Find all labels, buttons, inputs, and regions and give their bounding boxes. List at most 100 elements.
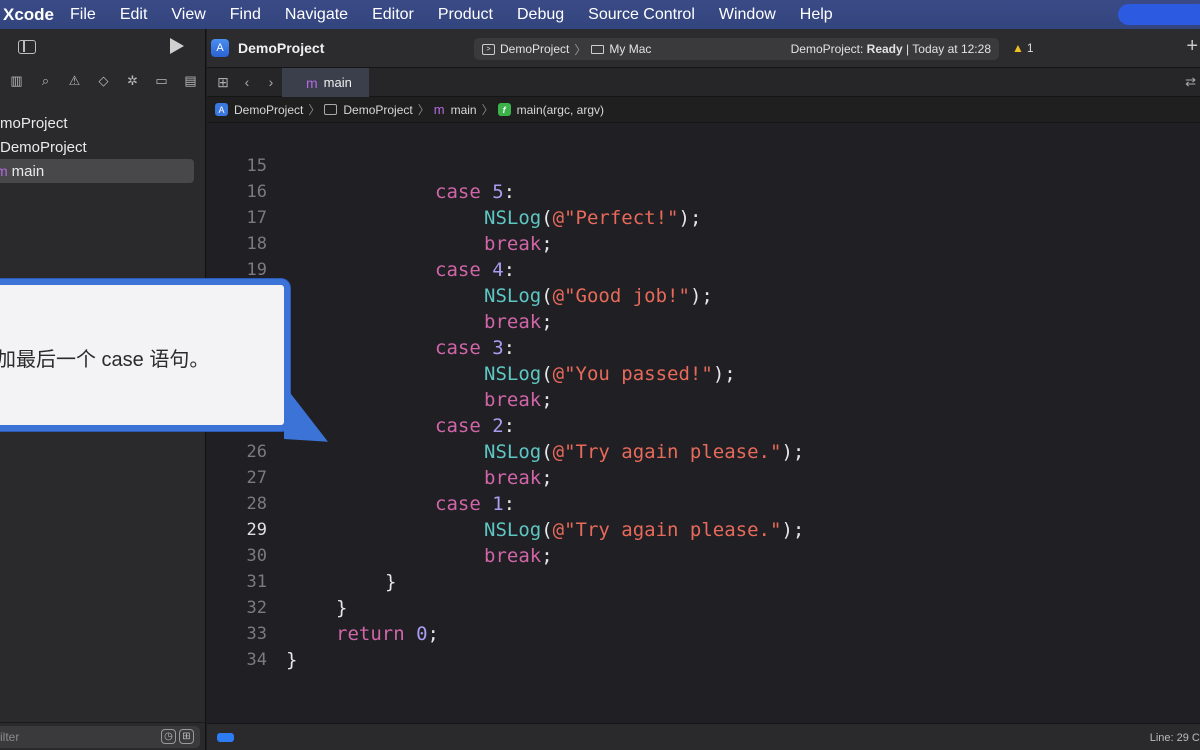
destination-name: My Mac [609, 42, 652, 56]
menu-help[interactable]: Help [788, 6, 845, 24]
forward-icon[interactable]: › [259, 74, 283, 90]
folder-icon [324, 104, 338, 115]
menu-file[interactable]: File [58, 6, 108, 24]
menu-editor[interactable]: Editor [360, 6, 426, 24]
code-line: 33 } [207, 595, 1200, 671]
tab-main[interactable]: m main [282, 68, 369, 97]
menu-app-xcode[interactable]: Xcode [0, 5, 58, 25]
cursor-position: Line: 29 Co [1149, 732, 1200, 744]
menu-window[interactable]: Window [707, 6, 788, 24]
chevron-right-icon: 〉 [574, 42, 587, 57]
add-icon[interactable]: + [1186, 35, 1198, 58]
callout-text: 加最后一个 case 语句。 [0, 349, 210, 371]
back-icon[interactable]: ‹ [235, 74, 259, 90]
function-icon: f [497, 103, 511, 116]
tree-item-label: moProject [0, 114, 68, 132]
test-navigator-icon[interactable]: ◇ [89, 71, 118, 91]
menu-debug[interactable]: Debug [505, 6, 576, 24]
menu-view[interactable]: View [159, 6, 217, 24]
tree-item-project[interactable]: moProject [0, 111, 205, 135]
code-line: 30 } [207, 517, 1200, 593]
navigator-selector: ▥ ⌕ ⚠ ◇ ✲ ▭ ▤ [0, 67, 205, 95]
split-editor-icon[interactable]: ⇄ [1185, 74, 1196, 90]
menu-product[interactable]: Product [426, 6, 505, 24]
file-m-icon: m [306, 74, 318, 91]
code-line: 19 NSLog(@"Good job!"); [207, 231, 1200, 307]
project-icon: A [211, 39, 229, 57]
code-line: 15 case 5: [207, 127, 1200, 203]
issue-navigator-icon[interactable]: ⚠ [60, 71, 89, 91]
breadcrumb: A DemoProject 〉 DemoProject 〉 m main 〉 f… [207, 97, 1200, 123]
status-time: | Today at 12:28 [906, 42, 991, 56]
run-icon[interactable] [170, 38, 184, 54]
debug-navigator-icon[interactable]: ✲ [118, 71, 147, 91]
code-line-current: 29 break; [207, 491, 1200, 567]
code-line: 25 NSLog(@"Try again please."); [207, 387, 1200, 463]
scheme-name: DemoProject [500, 42, 570, 56]
warning-count: 1 [1026, 41, 1034, 55]
tab-label: main [323, 75, 352, 90]
menubar-status-pill[interactable] [1118, 4, 1200, 25]
menu-bar: Xcode File Edit View Find Navigate Edito… [0, 0, 1200, 29]
line-number: 34 [246, 650, 267, 670]
tree-item-label: DemoProject [0, 138, 87, 156]
code-line: 27 case 1: [207, 439, 1200, 515]
sidebar-toggle-icon[interactable] [18, 40, 36, 54]
breadcrumb-project[interactable]: DemoProject [234, 103, 303, 117]
code-line: 23 break; [207, 335, 1200, 411]
breadcrumb-group[interactable]: DemoProject [343, 103, 412, 117]
code-line: 28 NSLog(@"Try again please."); [207, 465, 1200, 541]
code-line: 32 return 0; [207, 569, 1200, 645]
terminal-icon: > [482, 43, 495, 55]
tree-item-group[interactable]: DemoProject [0, 135, 205, 159]
filter-options-icon[interactable]: ⊞ [179, 728, 194, 744]
menu-edit[interactable]: Edit [108, 6, 160, 24]
code-line: 22 NSLog(@"You passed!"); [207, 309, 1200, 385]
sidebar-toolbar [0, 29, 205, 67]
project-icon: A [215, 103, 228, 116]
filter-input[interactable]: ilter ◷ ⊞ [0, 725, 200, 748]
report-navigator-icon[interactable]: ▤ [176, 71, 205, 91]
editor-status-bar: Line: 29 Co [207, 723, 1200, 750]
code-line: 18 case 4: [207, 205, 1200, 281]
menu-source-control[interactable]: Source Control [576, 6, 707, 24]
project-navigator-icon[interactable]: ▥ [2, 71, 31, 91]
project-title: DemoProject [238, 40, 325, 56]
sidebar-filter: ilter ◷ ⊞ [0, 722, 205, 750]
activity-view: > DemoProject 〉 My Mac DemoProject: Read… [474, 38, 999, 60]
debug-area-toggle[interactable] [217, 733, 234, 742]
file-m-icon: m [0, 163, 8, 179]
file-m-icon: m [433, 102, 445, 117]
menu-find[interactable]: Find [218, 6, 273, 24]
editor-tab-bar: ⊞ ‹ › m main ⇄ [207, 67, 1200, 97]
filter-placeholder: ilter [0, 729, 20, 744]
code-line: 16 NSLog(@"Perfect!"); [207, 153, 1200, 229]
warnings-indicator[interactable]: ▲ 1 [1012, 41, 1034, 55]
warning-icon: ▲ [1012, 41, 1024, 55]
code-line: 21 case 3: [207, 283, 1200, 359]
breadcrumb-function[interactable]: main(argc, argv) [517, 103, 604, 117]
tree-item-label: main [11, 162, 45, 180]
chevron-right-icon: 〉 [481, 103, 494, 117]
status-project: DemoProject: [790, 42, 864, 56]
code-line: 31 } [207, 543, 1200, 619]
code-line: 24 case 2: [207, 361, 1200, 437]
status-state: Ready [866, 42, 903, 56]
breakpoint-navigator-icon[interactable]: ▭ [147, 71, 176, 91]
scheme-selector[interactable]: > DemoProject 〉 My Mac [482, 41, 651, 58]
menu-navigate[interactable]: Navigate [273, 6, 360, 24]
grid-icon[interactable]: ⊞ [211, 74, 235, 91]
code-line: 26 break; [207, 413, 1200, 489]
recent-files-icon[interactable]: ◷ [161, 728, 176, 744]
tree-item-main[interactable]: m main [0, 159, 194, 183]
breadcrumb-file[interactable]: main [451, 103, 477, 117]
window-toolbar: A DemoProject > DemoProject 〉 My Mac Dem… [207, 29, 1200, 67]
source-editor[interactable]: 15 case 5: 16 NSLog(@"Perfect!"); 17 bre… [207, 123, 1200, 723]
code-line: 20 break; [207, 257, 1200, 333]
laptop-icon [591, 44, 605, 54]
chevron-right-icon: 〉 [308, 103, 321, 117]
code-line: 34 [207, 621, 1200, 670]
code-line: 17 break; [207, 179, 1200, 255]
build-status: DemoProject: Ready | Today at 12:28 [791, 42, 991, 56]
find-navigator-icon[interactable]: ⌕ [31, 71, 60, 91]
